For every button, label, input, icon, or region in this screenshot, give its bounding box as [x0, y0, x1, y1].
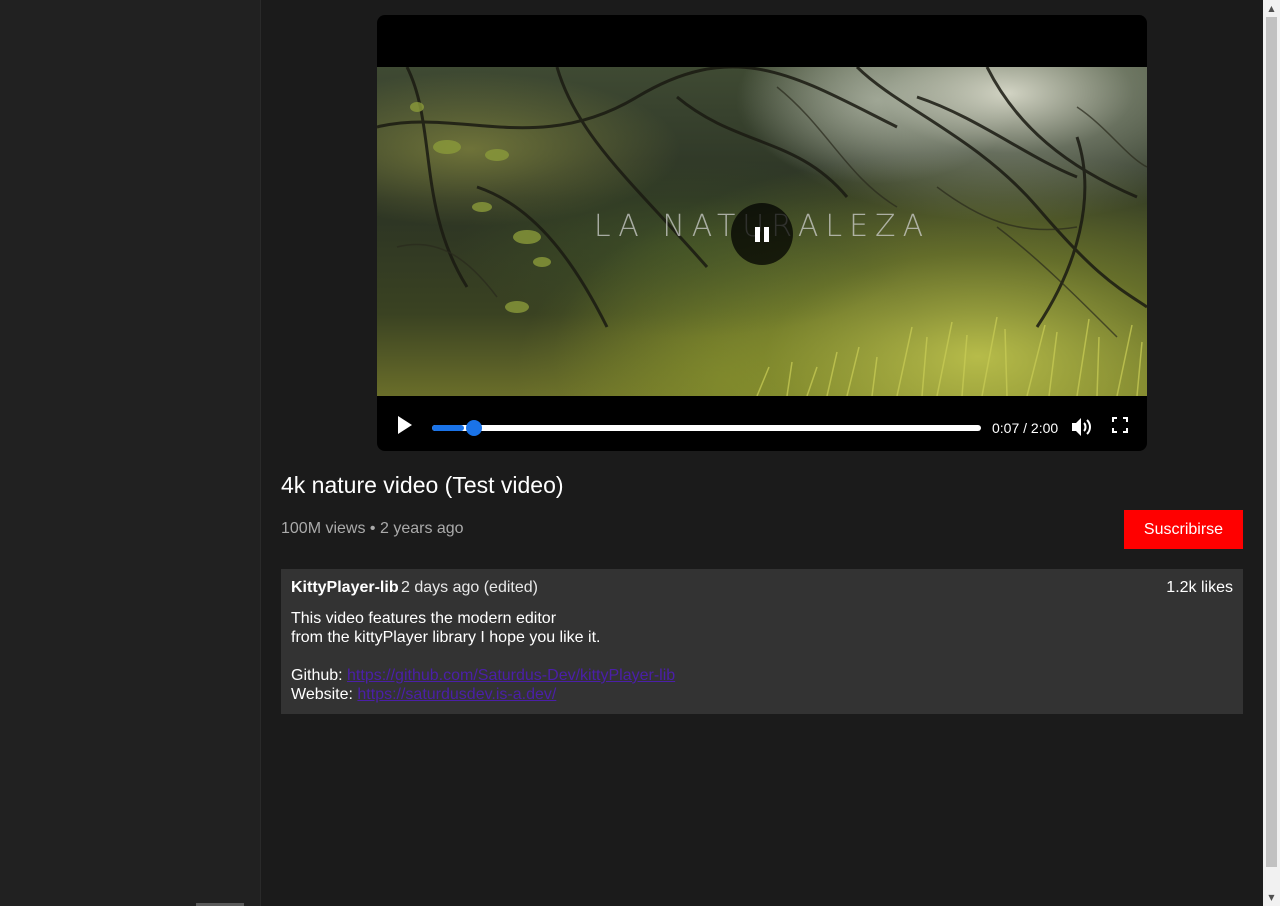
seek-thumb[interactable] [466, 420, 482, 436]
play-icon [398, 416, 412, 434]
channel-name[interactable]: KittyPlayer-lib [291, 579, 399, 597]
description-box: KittyPlayer-lib 2 days ago (edited) 1.2k… [281, 569, 1243, 714]
github-label: Github: [291, 667, 348, 684]
video-player[interactable]: LA NATURALEZA 0:07 / 2:00 [377, 15, 1147, 451]
subscribe-button[interactable]: Suscribirse [1124, 510, 1243, 549]
vertical-scrollbar[interactable]: ▲ ▼ [1263, 0, 1280, 906]
sidebar [0, 0, 261, 906]
main-content: LA NATURALEZA 0:07 / 2:00 4k nature vide… [261, 0, 1263, 906]
pause-icon-bar [764, 227, 769, 242]
fullscreen-button[interactable] [1112, 417, 1128, 433]
seek-bar[interactable] [432, 420, 981, 436]
comment-timestamp: 2 days ago (edited) [401, 579, 538, 596]
play-button[interactable] [395, 414, 415, 436]
likes-count: 1.2k likes [1166, 579, 1233, 596]
time-display: 0:07 / 2:00 [992, 420, 1059, 436]
description-text: This video features the modern editor fr… [291, 609, 600, 647]
description-line-1: This video features the modern editor [291, 610, 557, 627]
video-meta: 100M views • 2 years ago [281, 520, 464, 537]
video-title: 4k nature video (Test video) [281, 472, 564, 498]
volume-button[interactable] [1070, 416, 1094, 438]
description-line-2: from the kittyPlayer library I hope you … [291, 629, 601, 646]
github-row: Github: https://github.com/Saturdus-Dev/… [291, 666, 675, 685]
volume-icon [1072, 418, 1091, 436]
website-label: Website: [291, 686, 358, 703]
description-links: Github: https://github.com/Saturdus-Dev/… [291, 666, 675, 704]
github-link[interactable]: https://github.com/Saturdus-Dev/kittyPla… [347, 667, 675, 684]
center-pause-button[interactable] [731, 203, 793, 265]
website-row: Website: https://saturdusdev.is-a.dev/ [291, 685, 675, 704]
website-link[interactable]: https://saturdusdev.is-a.dev/ [357, 686, 556, 703]
scrollbar-thumb[interactable] [1266, 17, 1277, 867]
scroll-down-arrow-icon[interactable]: ▼ [1263, 889, 1280, 906]
scroll-up-arrow-icon[interactable]: ▲ [1263, 0, 1280, 17]
video-frame[interactable]: LA NATURALEZA [377, 67, 1147, 396]
fullscreen-icon [1112, 417, 1128, 433]
seek-progress [432, 425, 464, 431]
pause-icon [755, 227, 760, 242]
video-controls: 0:07 / 2:00 [377, 396, 1147, 451]
